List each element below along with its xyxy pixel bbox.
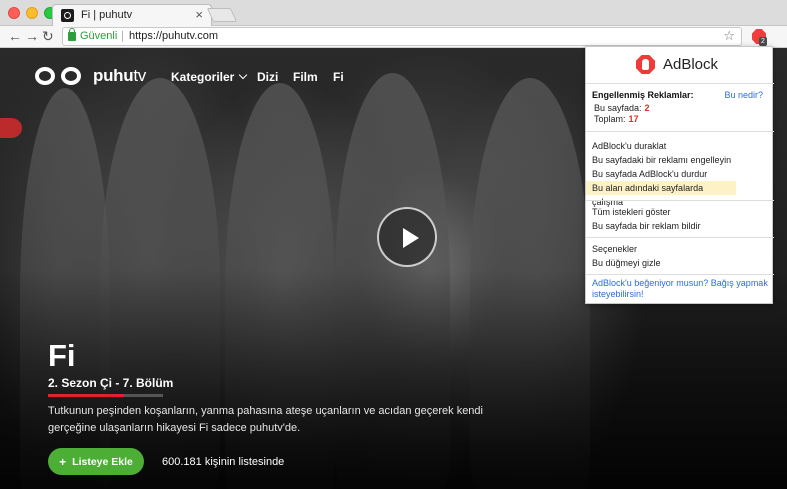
lock-icon: [68, 28, 76, 41]
adblock-name: AdBlock: [663, 56, 719, 73]
adblock-logo: AdBlock: [636, 55, 718, 74]
window-controls: [8, 7, 56, 19]
tab-bar: Fi | puhutv ×: [0, 0, 787, 26]
episode-label[interactable]: 2. Sezon Çi - 7. Bölüm: [48, 376, 173, 390]
secure-label: Güvenli: [80, 30, 118, 42]
play-button[interactable]: [377, 207, 437, 267]
divider: [586, 131, 774, 132]
forward-icon[interactable]: →: [25, 28, 39, 44]
minimize-window-button[interactable]: [26, 7, 38, 19]
divider: [586, 83, 774, 84]
divider: [586, 237, 774, 238]
url-separator: |: [121, 30, 124, 42]
list-count: 600.181 kişinin listesinde: [162, 456, 285, 468]
adblock-badge-count: 2: [759, 37, 767, 46]
tab-close-icon[interactable]: ×: [195, 7, 203, 22]
show-all-requests-item[interactable]: Tüm istekleri göster: [586, 205, 772, 219]
what-is-this-link[interactable]: Bu nedir?: [724, 90, 763, 100]
pause-adblock-item[interactable]: AdBlock'u duraklat: [586, 139, 772, 153]
report-ad-item[interactable]: Bu sayfada bir reklam bildir: [586, 219, 772, 233]
close-window-button[interactable]: [8, 7, 20, 19]
total-stat: Toplam: 17: [594, 114, 639, 124]
nav-film[interactable]: Film: [293, 70, 318, 84]
show-title: Fi: [48, 338, 76, 373]
adblock-popup: AdBlock Engellenmiş Reklamlar: Bu nedir?…: [585, 46, 774, 304]
puhutv-logo-icon: [35, 66, 85, 86]
hero-decoration: [0, 118, 22, 138]
divider: [586, 200, 774, 201]
tab-title: Fi | puhutv: [81, 9, 133, 21]
add-to-list-button[interactable]: + Listeye Ekle: [48, 448, 144, 475]
back-icon[interactable]: ←: [8, 28, 22, 44]
episode-progress-fill: [48, 394, 124, 397]
chevron-down-icon: [239, 70, 248, 80]
browser-toolbar: ← → ↻ Güvenli | https://puhutv.com ☆ ⋮: [0, 26, 787, 70]
adblock-hand-icon: [636, 55, 655, 74]
disable-on-page-item[interactable]: Bu sayfada AdBlock'u durdur: [586, 167, 772, 181]
show-synopsis: Tutkunun peşinden koşanların, yanma paha…: [48, 405, 483, 434]
disable-on-domain-item[interactable]: Bu alan adındaki sayfalarda çalışma: [586, 181, 736, 207]
browser-tab-active[interactable]: Fi | puhutv ×: [52, 4, 212, 26]
options-item[interactable]: Seçenekler: [586, 242, 772, 256]
url-text[interactable]: https://puhutv.com: [129, 30, 218, 42]
add-to-list-label: Listeye Ekle: [72, 455, 133, 468]
this-page-stat: Bu sayfada: 2: [594, 103, 650, 113]
reload-icon[interactable]: ↻: [42, 28, 54, 45]
nav-fi[interactable]: Fi: [333, 70, 344, 84]
block-ad-on-page-item[interactable]: Bu sayfadaki bir reklamı engelleyin: [586, 153, 772, 167]
puhutv-favicon-icon: [61, 9, 74, 22]
donate-link[interactable]: AdBlock'u beğeniyor musun? Bağış yapmak …: [592, 278, 770, 300]
nav-categories[interactable]: Kategoriler: [171, 70, 248, 84]
address-bar[interactable]: Güvenli | https://puhutv.com ☆: [62, 27, 742, 46]
logo-wordmark: puhutv: [93, 66, 146, 85]
nav-series[interactable]: Dizi: [257, 70, 278, 84]
blocked-ads-title: Engellenmiş Reklamlar:: [592, 90, 694, 100]
bookmark-star-icon[interactable]: ☆: [723, 28, 735, 44]
new-tab-button[interactable]: [206, 8, 238, 22]
puhutv-logo[interactable]: puhutv: [35, 66, 146, 86]
episode-progress-bar: [48, 394, 163, 397]
divider: [586, 274, 774, 275]
play-icon: [403, 228, 419, 248]
plus-icon: +: [59, 454, 67, 469]
hide-button-item[interactable]: Bu düğmeyi gizle: [586, 256, 772, 270]
